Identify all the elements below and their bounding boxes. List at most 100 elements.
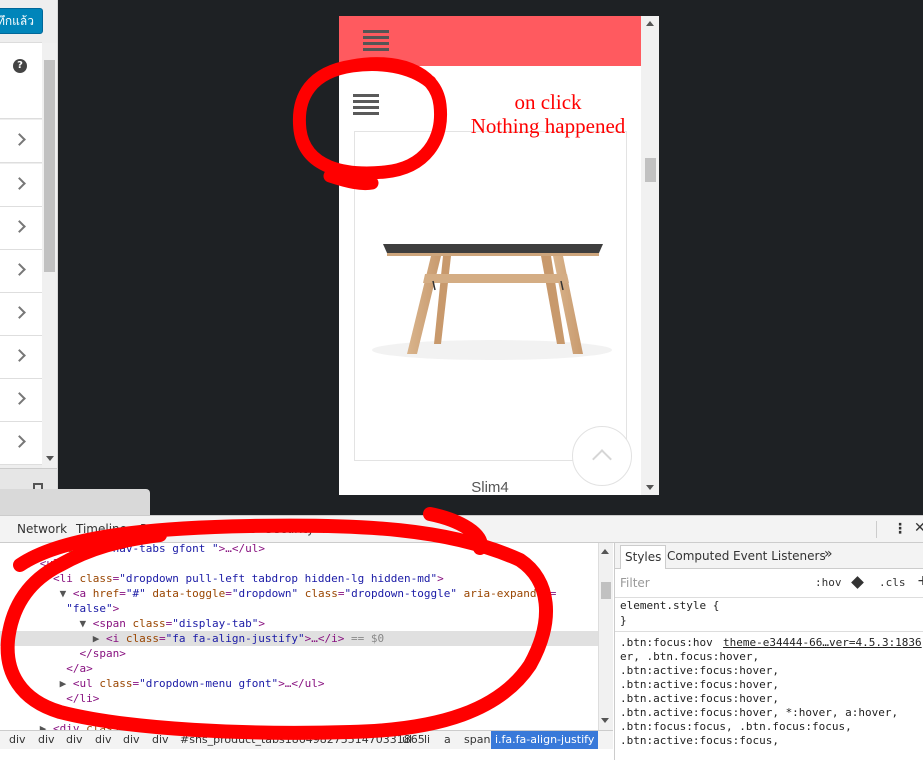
styles-divider xyxy=(615,597,923,598)
breadcrumb-item[interactable]: ul xyxy=(402,733,412,746)
styles-tabbar: Styles Computed Event Listeners » xyxy=(615,543,923,569)
mobile-preview: Slim4 xyxy=(339,16,659,495)
breadcrumb-item-active[interactable]: i.fa.fa-align-justify xyxy=(491,731,599,749)
tab-security[interactable]: Security xyxy=(265,522,314,536)
scroll-up-arrow-icon[interactable] xyxy=(646,21,654,26)
elements-tree: <li class="nav-tabs gfont ">…</ul> ▼ <ul… xyxy=(0,543,598,730)
scroll-up-arrow-icon[interactable] xyxy=(601,549,609,554)
chevron-right-icon xyxy=(13,220,26,233)
product-image-table xyxy=(372,244,612,360)
breadcrumb-item[interactable]: div xyxy=(38,733,55,746)
panel-section-row[interactable] xyxy=(0,120,42,163)
panel-scrollbar-thumb[interactable] xyxy=(44,60,55,272)
breadcrumb-item[interactable]: span xyxy=(464,733,490,746)
elements-scrollbar-thumb[interactable] xyxy=(601,582,611,599)
dom-node-line[interactable]: </li> xyxy=(0,691,598,706)
breadcrumb-item[interactable]: div xyxy=(66,733,83,746)
tab-network[interactable]: Network xyxy=(17,522,67,536)
scroll-down-arrow-icon[interactable] xyxy=(601,718,609,723)
dom-node-line[interactable]: </span> xyxy=(0,646,598,661)
css-rule-selector[interactable]: .btn:focus:focus, .btn.focus:focus, xyxy=(620,720,852,733)
dom-node-line[interactable]: "false"> xyxy=(0,601,598,616)
breadcrumb-item[interactable]: #sns_product_tabs18649827551470331865 xyxy=(180,733,425,746)
panel-info-section xyxy=(0,43,42,119)
panel-section-row[interactable] xyxy=(0,379,42,422)
panel-section-row[interactable] xyxy=(0,207,42,250)
chevron-right-icon xyxy=(13,263,26,276)
dom-node-line-selected[interactable]: ▶ <i class="fa fa-align-justify">…</i> =… xyxy=(0,631,598,646)
css-rule-selector[interactable]: .btn.active:focus:hover, xyxy=(620,692,779,705)
dom-node-line[interactable]: </a> xyxy=(0,661,598,676)
help-icon[interactable]: ? xyxy=(13,59,27,73)
tab-styles[interactable]: Styles xyxy=(620,545,667,569)
tab-resources[interactable]: Resources xyxy=(195,522,256,536)
elements-scrollbar[interactable] xyxy=(598,543,613,730)
breadcrumb-item[interactable]: div xyxy=(152,733,169,746)
tab-timeline[interactable]: Timeline xyxy=(76,522,127,536)
panel-section-row[interactable] xyxy=(0,164,42,207)
scroll-down-arrow-icon[interactable] xyxy=(646,485,654,490)
breadcrumb-item[interactable]: div xyxy=(95,733,112,746)
dom-node-line[interactable]: ▶ <ul class="dropdown-menu gfont">…</ul> xyxy=(0,676,598,691)
dom-node-line[interactable]: ▼ <ul> xyxy=(0,556,598,571)
more-menu-icon[interactable]: ⋮ xyxy=(893,521,907,537)
cls-toggle[interactable]: .cls xyxy=(879,576,906,589)
element-style-rule[interactable]: element.style { xyxy=(620,599,719,612)
tab-computed[interactable]: Computed xyxy=(667,549,729,563)
scroll-down-arrow-icon[interactable] xyxy=(46,456,54,461)
rule-divider xyxy=(615,631,923,632)
chevron-right-icon xyxy=(13,133,26,146)
breadcrumb-item[interactable]: div xyxy=(9,733,26,746)
hov-toggle[interactable]: :hov xyxy=(815,576,842,589)
chevron-right-icon xyxy=(13,392,26,405)
css-rule-selector[interactable]: er, .btn.focus:hover, xyxy=(620,650,759,663)
chevron-up-icon xyxy=(592,449,612,469)
tab-align-justify-icon[interactable] xyxy=(353,94,379,115)
annotation-text: on click Nothing happened xyxy=(448,90,648,138)
styles-pane: Styles Computed Event Listeners » Filter… xyxy=(614,543,923,760)
annotation-line-1: on click xyxy=(514,90,582,114)
screenshot-root: บันทึกแล้ว ? xyxy=(0,0,923,760)
dom-node-line[interactable]: <li class="nav-tabs gfont ">…</ul> xyxy=(0,543,598,556)
panel-footer xyxy=(0,468,57,490)
panel-section-row[interactable] xyxy=(0,422,42,465)
breadcrumb-item[interactable]: a xyxy=(444,733,451,746)
dom-node-line[interactable]: </ul> xyxy=(0,706,598,721)
chevron-right-icon xyxy=(13,177,26,190)
chevron-right-icon xyxy=(13,306,26,319)
chevron-right-icon xyxy=(13,435,26,448)
stylesheet-link[interactable]: theme-e34444-66…ver=4.5.3:1836 xyxy=(723,636,922,649)
dom-node-line[interactable]: ▼ <a href="#" data-toggle="dropdown" cla… xyxy=(0,586,598,601)
css-rule-selector[interactable]: .btn:focus:hov xyxy=(620,636,713,649)
panel-section-row[interactable] xyxy=(0,250,42,293)
diamond-icon[interactable] xyxy=(851,576,864,589)
product-name[interactable]: Slim4 xyxy=(339,479,641,495)
scroll-to-top-button[interactable] xyxy=(572,426,632,486)
preview-scrollbar[interactable] xyxy=(641,16,659,495)
more-tabs-icon[interactable]: » xyxy=(824,546,833,562)
css-rule-selector[interactable]: .btn:active:focus:focus, xyxy=(620,734,779,747)
product-card[interactable] xyxy=(354,131,627,461)
devtools-dock-tab xyxy=(0,489,150,515)
css-rule-selector[interactable]: .btn:active:focus:hover, xyxy=(620,664,779,677)
toolbar-divider xyxy=(876,521,877,538)
close-icon[interactable]: ✕ xyxy=(914,520,923,536)
menu-hamburger-icon[interactable] xyxy=(363,30,389,51)
tab-event-listeners[interactable]: Event Listeners xyxy=(733,549,826,563)
breadcrumb-item[interactable]: div xyxy=(123,733,140,746)
css-rule-selector[interactable]: .btn:active:focus:hover, xyxy=(620,678,779,691)
dom-node-line[interactable]: ▼ <li class="dropdown pull-left tabdrop … xyxy=(0,571,598,586)
tab-profiles[interactable]: Profiles xyxy=(140,522,184,536)
rule-close-brace: } xyxy=(620,614,627,627)
dom-node-line[interactable]: ▼ <span class="display-tab"> xyxy=(0,616,598,631)
breadcrumb-item[interactable]: li xyxy=(424,733,430,746)
panel-section-row[interactable] xyxy=(0,336,42,379)
dom-node-line[interactable]: ▶ <div class="tab xyxy=(0,721,598,730)
saved-button[interactable]: บันทึกแล้ว xyxy=(0,8,43,34)
panel-section-row[interactable] xyxy=(0,293,42,336)
styles-filter-input[interactable]: Filter xyxy=(620,576,650,590)
add-rule-button[interactable]: + xyxy=(917,573,923,589)
preview-scrollbar-thumb[interactable] xyxy=(645,158,656,182)
css-rule-selector[interactable]: .btn.active:focus:hover, *:hover, a:hove… xyxy=(620,706,898,719)
tab-audits[interactable]: Audits xyxy=(323,522,361,536)
